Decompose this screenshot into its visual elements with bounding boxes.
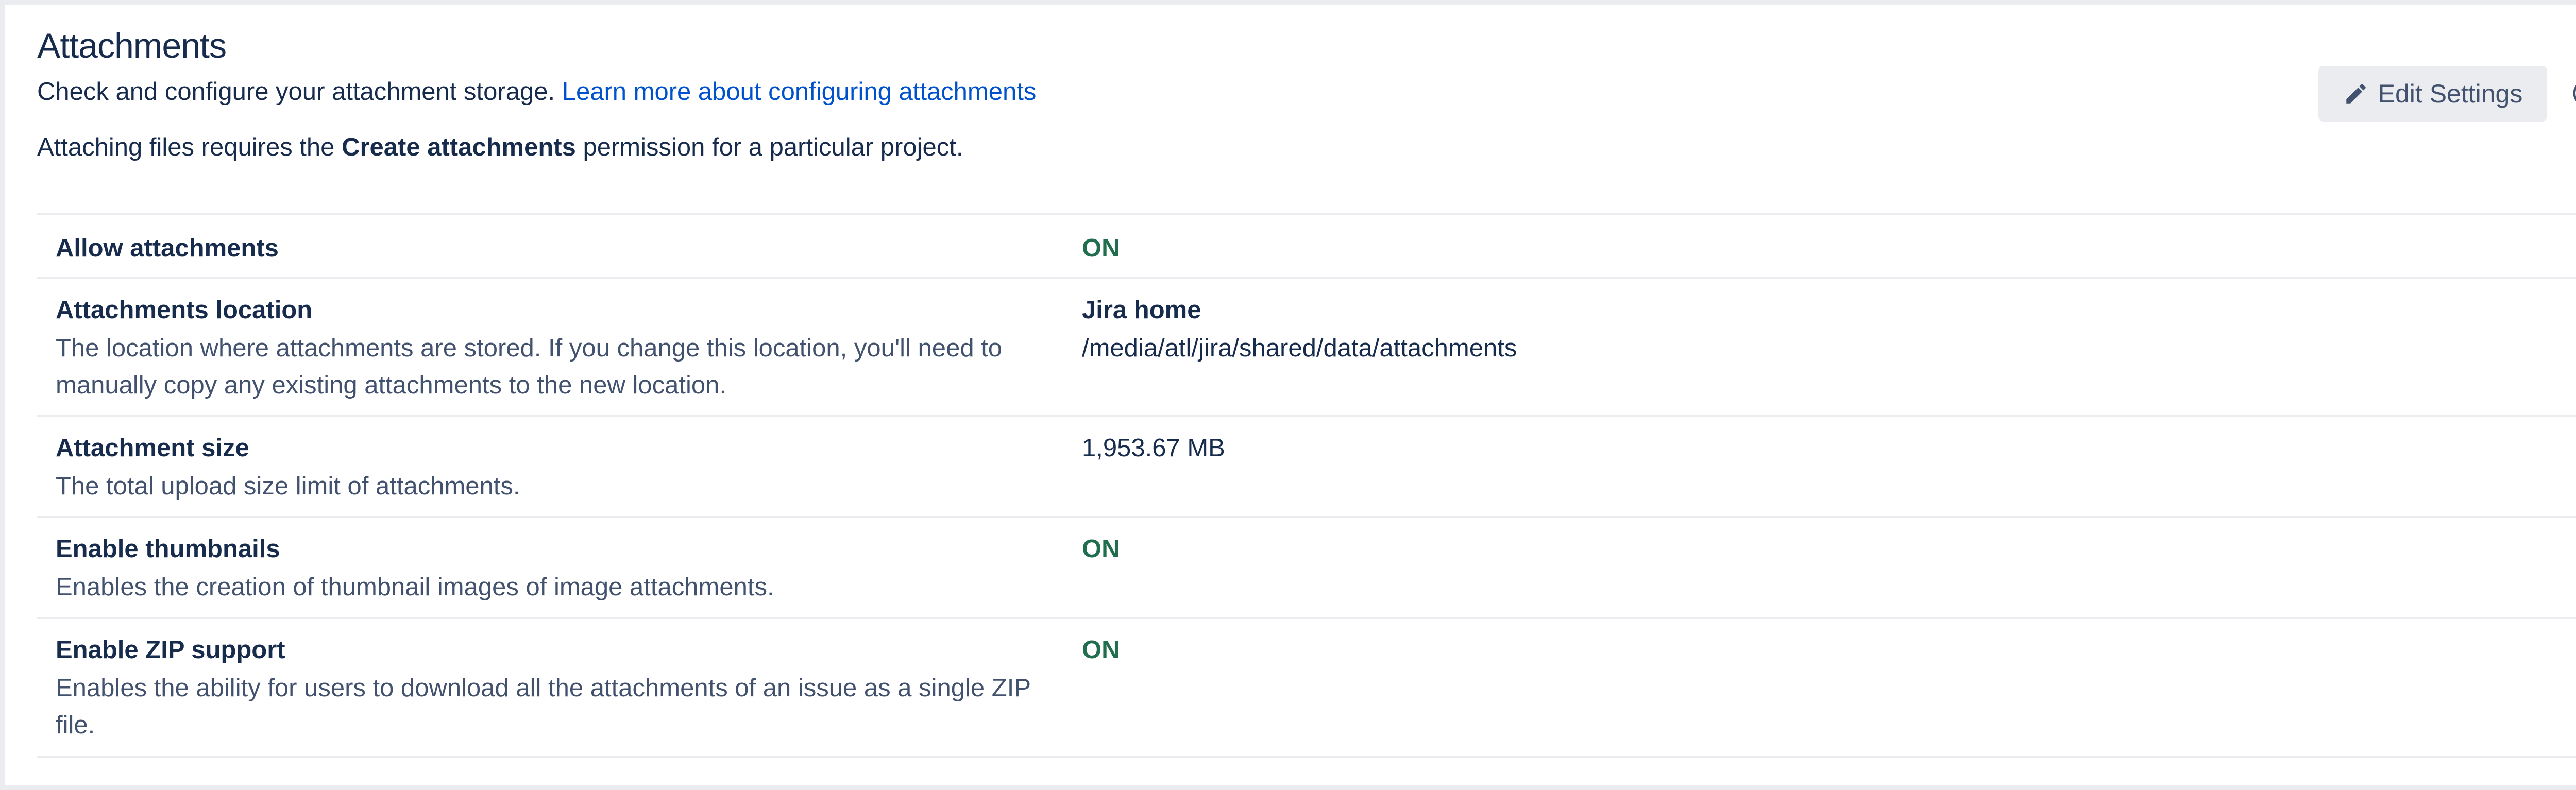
setting-label: Attachment size	[56, 434, 249, 462]
table-bottom-divider	[37, 756, 2576, 758]
pencil-icon	[2346, 84, 2366, 104]
page-title: Attachments	[37, 26, 227, 65]
size-value: 1,953.67 MB	[1082, 434, 1225, 462]
setting-row-allow-attachments: Allow attachments ON	[37, 213, 2576, 277]
setting-label: Allow attachments	[56, 234, 279, 262]
edit-settings-button[interactable]: Edit Settings	[2318, 66, 2547, 122]
setting-row-attachments-location: Attachments location The location where …	[37, 277, 2576, 415]
setting-help-text: Enables the creation of thumbnail images…	[56, 573, 774, 601]
status-badge: ON	[1082, 535, 1120, 563]
setting-row-enable-thumbnails: Enable thumbnails Enables the creation o…	[37, 516, 2576, 617]
status-badge: ON	[1082, 234, 1120, 262]
setting-label: Enable thumbnails	[56, 535, 280, 563]
question-circle-icon[interactable]	[2572, 78, 2576, 108]
setting-help-text: The total upload size limit of attachmen…	[56, 472, 520, 500]
setting-row-enable-zip-support: Enable ZIP support Enables the ability f…	[37, 617, 2576, 756]
permission-note: Attaching files requires the Create atta…	[37, 133, 963, 162]
description-text: Check and configure your attachment stor…	[37, 78, 555, 106]
location-path: /media/atl/jira/shared/data/attachments	[1082, 334, 1517, 362]
edit-settings-label: Edit Settings	[2378, 79, 2523, 108]
setting-label: Attachments location	[56, 296, 313, 324]
permission-suffix: permission for a particular project.	[583, 133, 963, 161]
page-description: Check and configure your attachment stor…	[37, 77, 1036, 106]
permission-prefix: Attaching files requires the	[37, 133, 335, 161]
location-type: Jira home	[1082, 296, 1201, 324]
setting-help-text: The location where attachments are store…	[56, 334, 1003, 399]
setting-label: Enable ZIP support	[56, 636, 285, 664]
permission-name: Create attachments	[342, 133, 576, 161]
learn-more-link[interactable]: Learn more about configuring attachments	[562, 78, 1037, 106]
setting-help-text: Enables the ability for users to downloa…	[56, 674, 1031, 739]
status-badge: ON	[1082, 636, 1120, 664]
setting-row-attachment-size: Attachment size The total upload size li…	[37, 415, 2576, 516]
